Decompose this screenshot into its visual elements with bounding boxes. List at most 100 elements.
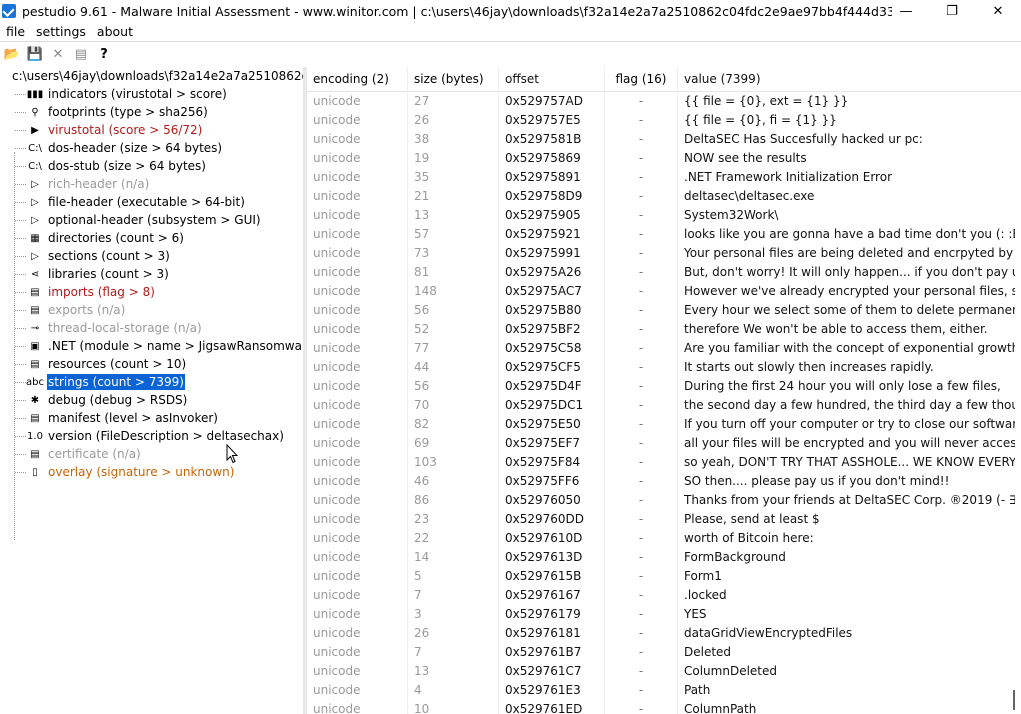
maximize-button[interactable]: ❐ xyxy=(929,0,975,22)
cell-size: 44 xyxy=(407,358,498,377)
table-row[interactable]: unicode 77 0x52975C58- Are you familiar wit… xyxy=(307,339,1021,358)
tree-item[interactable]: ▤ manifest (level > asInvoker) xyxy=(0,409,303,427)
table-row[interactable]: unicode 21 0x529758D9- deltasec\deltasec.ex… xyxy=(307,187,1021,206)
tree-item[interactable]: abc strings (count > 7399) xyxy=(0,373,303,391)
tree-item[interactable]: ▤ certificate (n/a) xyxy=(0,445,303,463)
tree-root[interactable]: c:\users\46jay\downloads\f32a14e2a7a2510… xyxy=(0,67,303,85)
tree-item[interactable]: ✱ debug (debug > RSDS) xyxy=(0,391,303,409)
table-body: unicode 27 0x529757AD -{{ file = {0}, ext =… xyxy=(307,92,1021,714)
tree-item-icon: ⊸ xyxy=(30,322,40,334)
cell-size: 10 xyxy=(407,700,498,714)
table-row[interactable]: unicode 13 0x529761C7- ColumnDeleted xyxy=(307,662,1021,681)
tree-item[interactable]: ▮▮▮ indicators (virustotal > score) xyxy=(0,85,303,103)
tree-item-icon: ▦ xyxy=(30,232,40,244)
table-row[interactable]: unicode 7 0x529761B7- Deleted xyxy=(307,643,1021,662)
table-row[interactable]: unicode 148 0x52975AC7- However we've alrea… xyxy=(307,282,1021,301)
menu-bar: file settings about xyxy=(0,22,1021,42)
tree-item[interactable]: C:\ dos-stub (size > 64 bytes) xyxy=(0,157,303,175)
close-file-icon[interactable]: ✕ xyxy=(48,44,68,64)
tree-item-icon: C:\ xyxy=(28,142,42,154)
tree-item[interactable]: ▷ file-header (executable > 64-bit) xyxy=(0,193,303,211)
table-row[interactable]: unicode 70 0x52975DC1- the second day a few… xyxy=(307,396,1021,415)
tree-item[interactable]: ▷ rich-header (n/a) xyxy=(0,175,303,193)
tree-item[interactable]: ▤ imports (flag > 8) xyxy=(0,283,303,301)
tree-item[interactable]: ⋖ libraries (count > 3) xyxy=(0,265,303,283)
table-row[interactable]: unicode 10 0x529761ED - ColumnPath xyxy=(307,700,1021,714)
header-encoding[interactable]: encoding (2) xyxy=(307,67,407,92)
header-size[interactable]: size (bytes) xyxy=(407,67,498,92)
cell-size: 52 xyxy=(407,320,498,339)
tree-item[interactable]: C:\ dos-header (size > 64 bytes) xyxy=(0,139,303,157)
table-row[interactable]: unicode 22 0x5297610D - worth of Bitcoin her… xyxy=(307,529,1021,548)
table-row[interactable]: unicode 13 0x52975905- System32Work\ xyxy=(307,206,1021,225)
table-row[interactable]: unicode 26 0x52976181- dataGridViewEncrypte… xyxy=(307,624,1021,643)
table-row[interactable]: unicode 103 0x52975F84- so yeah, DON'T TRY … xyxy=(307,453,1021,472)
table-row[interactable]: unicode 3 0x52976179- YES xyxy=(307,605,1021,624)
tree-item-icon: ▷ xyxy=(31,250,39,262)
table-row[interactable]: unicode 44 0x52975CF5- It starts out slowly… xyxy=(307,358,1021,377)
cell-flag: - xyxy=(604,130,677,149)
table-row[interactable]: unicode 73 0x52975991- Your personal files … xyxy=(307,244,1021,263)
tree-item[interactable]: ⊸ thread-local-storage (n/a) xyxy=(0,319,303,337)
close-button[interactable]: ✕ xyxy=(975,0,1021,22)
tree-item[interactable]: ▤ exports (n/a) xyxy=(0,301,303,319)
cell-flag: - xyxy=(604,453,677,472)
tree-items: ▮▮▮ indicators (virustotal > score) ⚲ footp… xyxy=(0,85,303,481)
open-folder-icon[interactable]: 📂 xyxy=(2,44,22,64)
table-row[interactable]: unicode 23 0x529760DD - Please, send at leas… xyxy=(307,510,1021,529)
tree-branch-line xyxy=(15,418,26,419)
tree-item[interactable]: ▤ resources (count > 10) xyxy=(0,355,303,373)
table-row[interactable]: unicode 7 0x52976167- .locked xyxy=(307,586,1021,605)
header-flag[interactable]: flag (16) xyxy=(604,67,677,92)
cell-encoding: unicode xyxy=(313,683,361,697)
table-row[interactable]: unicode 14 0x5297613D - FormBackground xyxy=(307,548,1021,567)
cell-encoding: unicode xyxy=(313,417,361,431)
cell-offset: 0x5297610D xyxy=(498,529,604,548)
table-row[interactable]: unicode 56 0x52975D4F - During the first 24 … xyxy=(307,377,1021,396)
tree-item[interactable]: ▦ directories (count > 6) xyxy=(0,229,303,247)
tree-item[interactable]: ▶ virustotal (score > 56/72) xyxy=(0,121,303,139)
cell-flag: - xyxy=(604,662,677,681)
tree-item[interactable]: ▷ optional-header (subsystem > GUI) xyxy=(0,211,303,229)
table-row[interactable]: unicode 57 0x52975921- looks like you are g… xyxy=(307,225,1021,244)
help-icon[interactable]: ? xyxy=(94,44,114,64)
header-offset[interactable]: offset xyxy=(498,67,604,92)
table-row[interactable]: unicode 82 0x52975E50- If you turn off your… xyxy=(307,415,1021,434)
tree-item[interactable]: 1.0 version (FileDescription > deltasecha… xyxy=(0,427,303,445)
menu-about[interactable]: about xyxy=(92,24,138,39)
cell-size: 81 xyxy=(407,263,498,282)
table-row[interactable]: unicode 46 0x52975FF6- SO then.... please p… xyxy=(307,472,1021,491)
save-icon[interactable]: 💾 xyxy=(25,44,45,64)
tree-item[interactable]: ⚲ footprints (type > sha256) xyxy=(0,103,303,121)
table-row[interactable]: unicode 4 0x529761E3- Path xyxy=(307,681,1021,700)
scrollbar-thumb[interactable] xyxy=(1013,690,1015,710)
table-row[interactable]: unicode 5 0x5297615B - Form1 xyxy=(307,567,1021,586)
cell-value: It starts out slowly then increases rapi… xyxy=(677,358,1015,377)
cell-offset: 0x529761C7 xyxy=(498,662,604,681)
menu-settings[interactable]: settings xyxy=(31,24,91,39)
table-row[interactable]: unicode 56 0x52975B80- Every hour we select… xyxy=(307,301,1021,320)
cell-size: 46 xyxy=(407,472,498,491)
cell-encoding: unicode xyxy=(313,569,361,583)
menu-file[interactable]: file xyxy=(1,24,30,39)
tree-item[interactable]: ▣ .NET (module > name > JigsawRansomware.… xyxy=(0,337,303,355)
table-row[interactable]: unicode 81 0x52975A26- But, don't worry! It… xyxy=(307,263,1021,282)
table-row[interactable]: unicode 69 0x52975EF7- all your files will … xyxy=(307,434,1021,453)
minimize-button[interactable]: — xyxy=(883,0,929,22)
cell-flag: - xyxy=(604,92,677,111)
table-row[interactable]: unicode 38 0x5297581B - DeltaSEC Has Succesf… xyxy=(307,130,1021,149)
copy-icon[interactable]: ▤ xyxy=(71,44,91,64)
cell-size: 73 xyxy=(407,244,498,263)
table-row[interactable]: unicode 52 0x52975BF2- therefore We won't b… xyxy=(307,320,1021,339)
cell-offset: 0x52975F84 xyxy=(498,453,604,472)
table-row[interactable]: unicode 26 0x529757E5-{{ file = {0}, fi = … xyxy=(307,111,1021,130)
tree-item[interactable]: ▷ sections (count > 3) xyxy=(0,247,303,265)
table-row[interactable]: unicode 27 0x529757AD -{{ file = {0}, ext =… xyxy=(307,92,1021,111)
cell-offset: 0x5297581B xyxy=(498,130,604,149)
header-value[interactable]: value (7399) xyxy=(677,67,1015,92)
table-row[interactable]: unicode 19 0x52975869- NOW see the results xyxy=(307,149,1021,168)
tree-item[interactable]: ▯ overlay (signature > unknown) xyxy=(0,463,303,481)
table-row[interactable]: unicode 35 0x52975891- .NET Framework Initi… xyxy=(307,168,1021,187)
table-row[interactable]: unicode 86 0x52976050- Thanks from your fri… xyxy=(307,491,1021,510)
tree-item-label: optional-header (subsystem > GUI) xyxy=(48,213,261,227)
